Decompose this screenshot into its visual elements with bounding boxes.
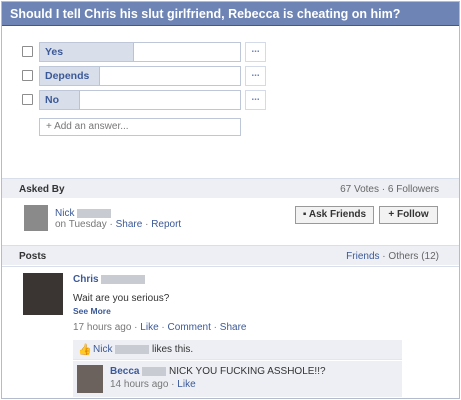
- follow-button[interactable]: + Follow: [379, 206, 438, 224]
- follow-icon: +: [388, 209, 395, 220]
- ask-friends-icon: ▪: [302, 209, 307, 220]
- avatar[interactable]: [77, 365, 103, 393]
- option-checkbox[interactable]: [22, 70, 33, 81]
- avatar[interactable]: [23, 273, 63, 315]
- redacted-surname: [77, 208, 112, 218]
- question-title: Should I tell Chris his slut girlfriend,…: [10, 7, 401, 21]
- option-yes[interactable]: Yes ...: [2, 42, 459, 62]
- comment-author-row: Chris: [73, 274, 146, 285]
- likes-text: likes this.: [152, 344, 194, 355]
- share-link[interactable]: Share: [116, 219, 143, 230]
- report-link[interactable]: Report: [151, 219, 181, 230]
- asker-meta: on Tuesday · Share · Report: [55, 219, 182, 230]
- see-more-link[interactable]: See More: [73, 306, 111, 316]
- option-bar[interactable]: Depends: [39, 66, 241, 86]
- question-header: Should I tell Chris his slut girlfriend,…: [2, 2, 459, 26]
- option-label: No: [45, 94, 59, 106]
- asked-by-bar: Asked By 67 Votes · 6 Followers: [2, 178, 459, 198]
- asked-by-label: Asked By: [19, 184, 65, 195]
- likes-row: 👍 Nick likes this.: [73, 340, 402, 360]
- option-more-button[interactable]: ...: [245, 42, 266, 62]
- option-no[interactable]: No ...: [2, 90, 459, 110]
- comment-text: Wait are you serious?: [73, 293, 170, 304]
- redacted-surname: [142, 366, 167, 376]
- option-depends[interactable]: Depends ...: [2, 66, 459, 86]
- reply-text: NICK YOU FUCKING ASSHOLE!!?: [169, 366, 326, 377]
- asker-name[interactable]: Nick: [55, 208, 74, 219]
- option-bar[interactable]: Yes: [39, 42, 241, 62]
- avatar[interactable]: [24, 205, 48, 231]
- reply-line: Becca NICK YOU FUCKING ASSHOLE!!?: [110, 366, 326, 377]
- reply-time: 14 hours ago: [110, 379, 169, 390]
- question-window: Should I tell Chris his slut girlfriend,…: [1, 1, 460, 399]
- redacted-surname: [101, 274, 146, 284]
- posts-bar: Posts Friends · Others (12): [2, 245, 459, 265]
- share-link[interactable]: Share: [220, 322, 247, 333]
- option-more-button[interactable]: ...: [245, 90, 266, 110]
- friends-filter[interactable]: Friends: [346, 251, 379, 262]
- option-checkbox[interactable]: [22, 94, 33, 105]
- thumbs-up-icon: 👍: [78, 344, 92, 356]
- posts-label: Posts: [19, 251, 47, 262]
- option-bar[interactable]: No: [39, 90, 241, 110]
- divider: [2, 266, 459, 267]
- comment-time: 17 hours ago: [73, 322, 132, 333]
- reply-actions: 14 hours ago · Like: [110, 379, 196, 390]
- ask-friends-button[interactable]: ▪ Ask Friends: [295, 206, 374, 224]
- likes-text-row: Nick likes this.: [93, 344, 193, 355]
- reply-author[interactable]: Becca: [110, 366, 139, 377]
- vote-stats: 67 Votes · 6 Followers: [340, 184, 439, 195]
- posts-filter: Friends · Others (12): [346, 251, 439, 262]
- option-label: Depends: [45, 70, 90, 82]
- asked-time: on Tuesday: [55, 219, 107, 230]
- redacted-surname: [115, 344, 150, 354]
- others-filter[interactable]: Others (12): [388, 251, 439, 262]
- reply-like-link[interactable]: Like: [177, 379, 195, 390]
- comment-author[interactable]: Chris: [73, 274, 99, 285]
- add-answer-input[interactable]: + Add an answer...: [39, 118, 241, 136]
- option-label: Yes: [45, 46, 64, 58]
- asker-name-row: Nick: [55, 208, 112, 219]
- ask-friends-label: Ask Friends: [308, 209, 367, 220]
- option-more-button[interactable]: ...: [245, 66, 266, 86]
- follow-label: Follow: [396, 209, 429, 220]
- comment-actions: 17 hours ago · Like · Comment · Share: [73, 322, 247, 333]
- liker-name[interactable]: Nick: [93, 344, 112, 355]
- comment-link[interactable]: Comment: [168, 322, 211, 333]
- reply-row: Becca NICK YOU FUCKING ASSHOLE!!? 14 hou…: [73, 361, 402, 397]
- like-link[interactable]: Like: [140, 322, 158, 333]
- option-checkbox[interactable]: [22, 46, 33, 57]
